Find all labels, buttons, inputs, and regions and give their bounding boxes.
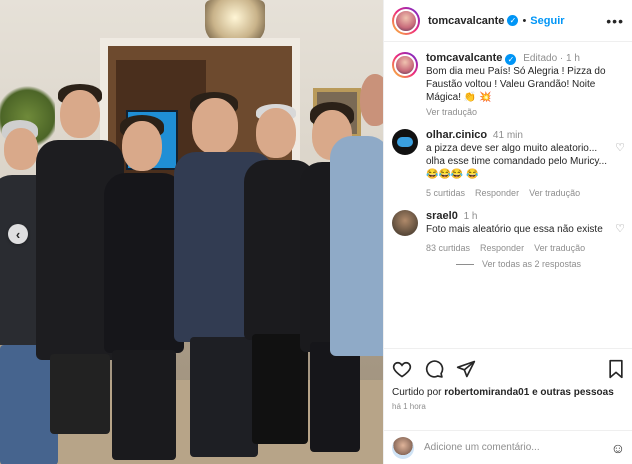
comment-icon[interactable]: [424, 359, 444, 379]
comment-author[interactable]: olhar.cinico: [426, 129, 487, 141]
post-side-panel: tomcavalcante ✓ • Seguir ••• tomcavalcan…: [383, 0, 632, 464]
follow-button[interactable]: Seguir: [530, 15, 564, 27]
comment-author-avatar[interactable]: [392, 210, 418, 236]
heart-icon[interactable]: [392, 359, 412, 379]
post-photo[interactable]: ‹: [0, 0, 383, 464]
comment-translation-link[interactable]: Ver tradução: [529, 187, 580, 200]
replies-divider-line: [456, 263, 474, 265]
comment-reply-link[interactable]: Responder: [480, 242, 524, 255]
comment-time: 1 h: [463, 211, 478, 222]
verified-badge-icon: ✓: [505, 54, 517, 65]
liked-by-prefix: Curtido por: [392, 387, 442, 398]
author-username[interactable]: tomcavalcante: [428, 15, 504, 27]
caption-edited-label: Editado: [523, 53, 558, 64]
comment-like-heart-icon[interactable]: ♡: [611, 129, 625, 200]
comment-item: srael0 1 h Foto mais aleatório que essa …: [392, 210, 625, 255]
carousel-prev-button[interactable]: ‹: [8, 224, 28, 244]
view-replies-button[interactable]: Ver todas as 2 respostas: [456, 259, 625, 269]
action-icons-row: [392, 357, 625, 381]
comment-translation-link[interactable]: Ver tradução: [534, 242, 585, 255]
comment-item: olhar.cinico 41 min a pizza deve ser alg…: [392, 129, 625, 200]
post-timestamp[interactable]: há 1 hora: [392, 402, 625, 411]
comments-list[interactable]: tomcavalcante ✓ Editado · 1 h Bom dia meu…: [384, 43, 632, 347]
comment-time: 41 min: [492, 130, 523, 141]
more-icon[interactable]: •••: [606, 13, 624, 29]
comment-likes[interactable]: 83 curtidas: [426, 242, 470, 255]
comment-author-avatar[interactable]: [392, 129, 418, 155]
liked-by-user[interactable]: robertomiranda01: [444, 387, 529, 398]
add-comment-bar: ☺: [384, 430, 632, 464]
comment-like-heart-icon[interactable]: ♡: [611, 210, 625, 255]
caption-author-avatar[interactable]: [392, 52, 418, 78]
caption-translation-link[interactable]: Ver tradução: [426, 106, 477, 119]
liked-by-suffix[interactable]: e outras pessoas: [532, 387, 614, 398]
comment-text: a pizza deve ser algo muito aleatorio...…: [426, 143, 608, 180]
verified-badge-icon: ✓: [507, 15, 519, 26]
view-replies-label: Ver todas as 2 respostas: [482, 259, 582, 269]
post-header: tomcavalcante ✓ • Seguir •••: [384, 0, 632, 42]
post-actions: Curtido por robertomiranda01 e outras pe…: [384, 348, 632, 411]
emoji-icon[interactable]: ☺: [611, 440, 625, 456]
comment-likes[interactable]: 5 curtidas: [426, 187, 465, 200]
share-icon[interactable]: [456, 359, 476, 379]
comment-author[interactable]: srael0: [426, 210, 458, 222]
caption-author[interactable]: tomcavalcante: [426, 52, 502, 64]
liked-by-text: Curtido por robertomiranda01 e outras pe…: [392, 387, 625, 398]
post-caption: tomcavalcante ✓ Editado · 1 h Bom dia meu…: [392, 52, 625, 119]
comment-reply-link[interactable]: Responder: [475, 187, 519, 200]
author-avatar[interactable]: [392, 6, 420, 35]
comment-text: Foto mais aleatório que essa não existe: [426, 224, 603, 235]
caption-text: Bom dia meu País! Só Alegria ! Pizza do …: [426, 66, 606, 103]
caption-time: 1 h: [566, 53, 580, 64]
separator-dot: •: [522, 14, 527, 27]
chevron-left-icon: ‹: [15, 226, 21, 242]
current-user-avatar: [392, 436, 414, 459]
comment-input[interactable]: [424, 442, 611, 453]
bookmark-icon[interactable]: [607, 359, 625, 379]
